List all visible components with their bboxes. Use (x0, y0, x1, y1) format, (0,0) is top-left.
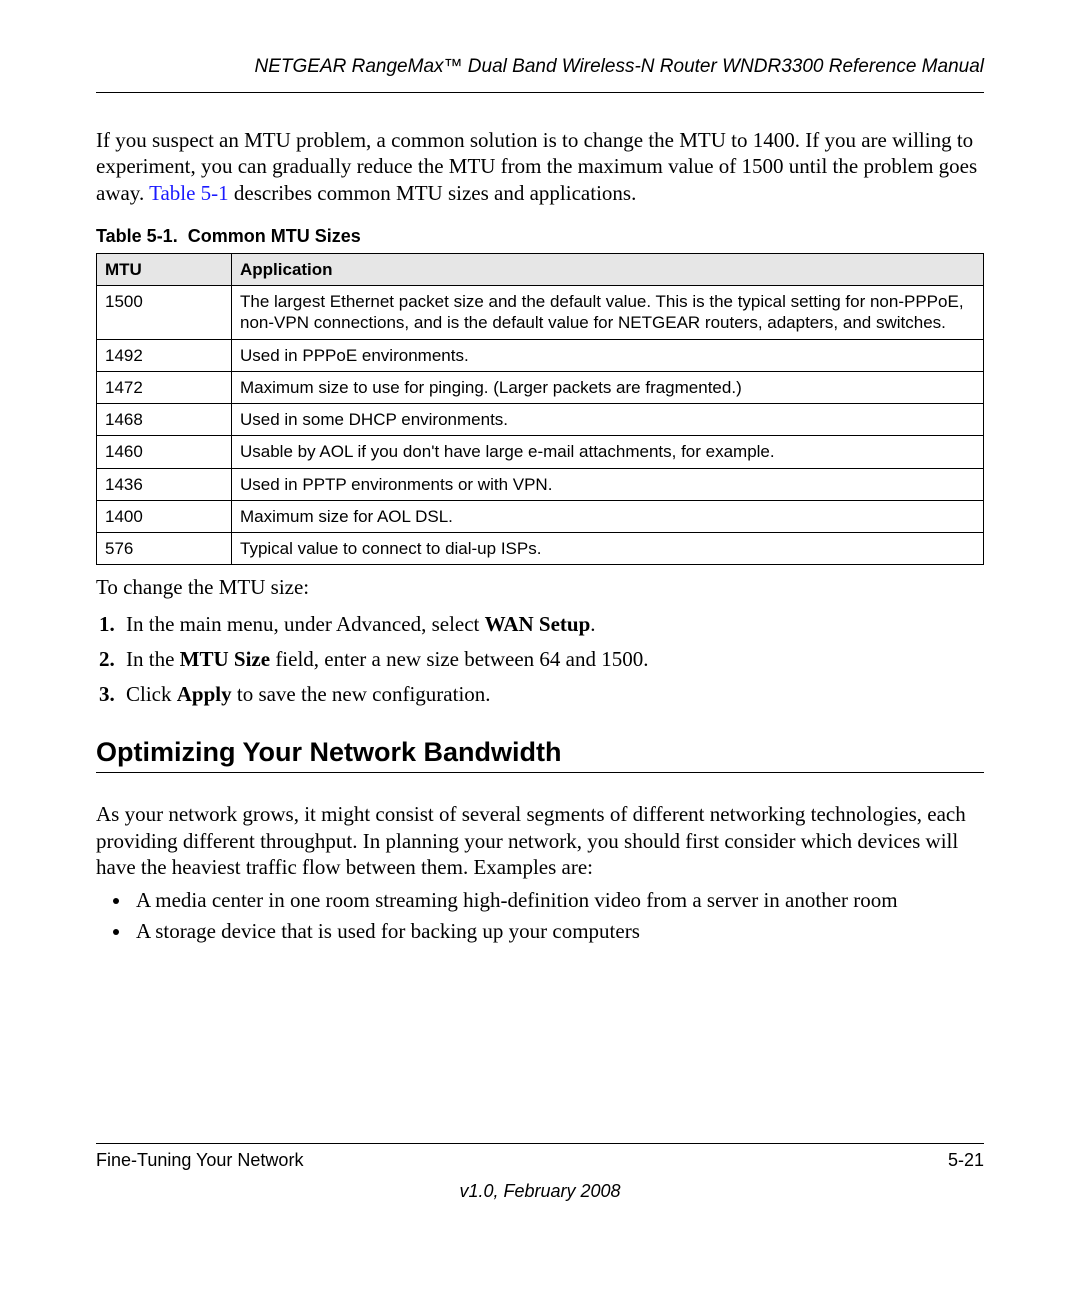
section-heading: Optimizing Your Network Bandwidth (96, 737, 984, 773)
table-row: 1460Usable by AOL if you don't have larg… (97, 436, 984, 468)
step-3: Click Apply to save the new configuratio… (120, 682, 984, 707)
table-row: 1492Used in PPPoE environments. (97, 339, 984, 371)
step-bold: WAN Setup (485, 612, 591, 636)
step-text: . (590, 612, 595, 636)
cell-app: Used in PPPoE environments. (232, 339, 984, 371)
step-bold: MTU Size (180, 647, 270, 671)
col-header-mtu: MTU (97, 253, 232, 285)
step-bold: Apply (177, 682, 232, 706)
table-row: 1468Used in some DHCP environments. (97, 404, 984, 436)
cell-mtu: 576 (97, 533, 232, 565)
step-text: field, enter a new size between 64 and 1… (270, 647, 648, 671)
footer-page-number: 5-21 (948, 1150, 984, 1171)
cell-mtu: 1492 (97, 339, 232, 371)
cell-app: Used in PPTP environments or with VPN. (232, 468, 984, 500)
table-caption-title: Common MTU Sizes (188, 226, 361, 246)
intro-paragraph: If you suspect an MTU problem, a common … (96, 127, 984, 206)
page-header-title: NETGEAR RangeMax™ Dual Band Wireless-N R… (96, 56, 984, 82)
step-text: Click (126, 682, 177, 706)
step-1: In the main menu, under Advanced, select… (120, 612, 984, 637)
mtu-table: MTU Application 1500The largest Ethernet… (96, 253, 984, 566)
step-text: In the (126, 647, 180, 671)
cell-mtu: 1472 (97, 371, 232, 403)
list-item: A media center in one room streaming hig… (132, 888, 984, 913)
table-row: 1400Maximum size for AOL DSL. (97, 500, 984, 532)
footer-version: v1.0, February 2008 (96, 1181, 984, 1202)
section-paragraph: As your network grows, it might consist … (96, 801, 984, 880)
cell-mtu: 1436 (97, 468, 232, 500)
table-row: 1500The largest Ethernet packet size and… (97, 286, 984, 340)
table-reference-link[interactable]: Table 5-1 (149, 181, 229, 205)
cell-app: Typical value to connect to dial-up ISPs… (232, 533, 984, 565)
cell-mtu: 1468 (97, 404, 232, 436)
cell-app: Used in some DHCP environments. (232, 404, 984, 436)
document-page: NETGEAR RangeMax™ Dual Band Wireless-N R… (0, 0, 1080, 1296)
table-caption-label: Table 5-1. (96, 226, 178, 246)
table-row: 1436Used in PPTP environments or with VP… (97, 468, 984, 500)
cell-mtu: 1500 (97, 286, 232, 340)
steps-list: In the main menu, under Advanced, select… (96, 612, 984, 707)
table-row: 1472Maximum size to use for pinging. (La… (97, 371, 984, 403)
cell-app: Maximum size for AOL DSL. (232, 500, 984, 532)
step-text: In the main menu, under Advanced, select (126, 612, 485, 636)
step-text: to save the new configuration. (232, 682, 491, 706)
table-header-row: MTU Application (97, 253, 984, 285)
cell-mtu: 1460 (97, 436, 232, 468)
cell-app: Usable by AOL if you don't have large e-… (232, 436, 984, 468)
bullet-list: A media center in one room streaming hig… (96, 888, 984, 944)
footer-left: Fine-Tuning Your Network (96, 1150, 303, 1171)
table-row: 576Typical value to connect to dial-up I… (97, 533, 984, 565)
cell-app: The largest Ethernet packet size and the… (232, 286, 984, 340)
header-rule (96, 92, 984, 93)
intro-text-b: describes common MTU sizes and applicati… (229, 181, 637, 205)
page-footer: Fine-Tuning Your Network 5-21 v1.0, Febr… (96, 1143, 984, 1202)
cell-mtu: 1400 (97, 500, 232, 532)
col-header-application: Application (232, 253, 984, 285)
after-table-line: To change the MTU size: (96, 575, 984, 600)
footer-rule (96, 1143, 984, 1144)
cell-app: Maximum size to use for pinging. (Larger… (232, 371, 984, 403)
list-item: A storage device that is used for backin… (132, 919, 984, 944)
table-caption: Table 5-1. Common MTU Sizes (96, 226, 984, 247)
step-2: In the MTU Size field, enter a new size … (120, 647, 984, 672)
